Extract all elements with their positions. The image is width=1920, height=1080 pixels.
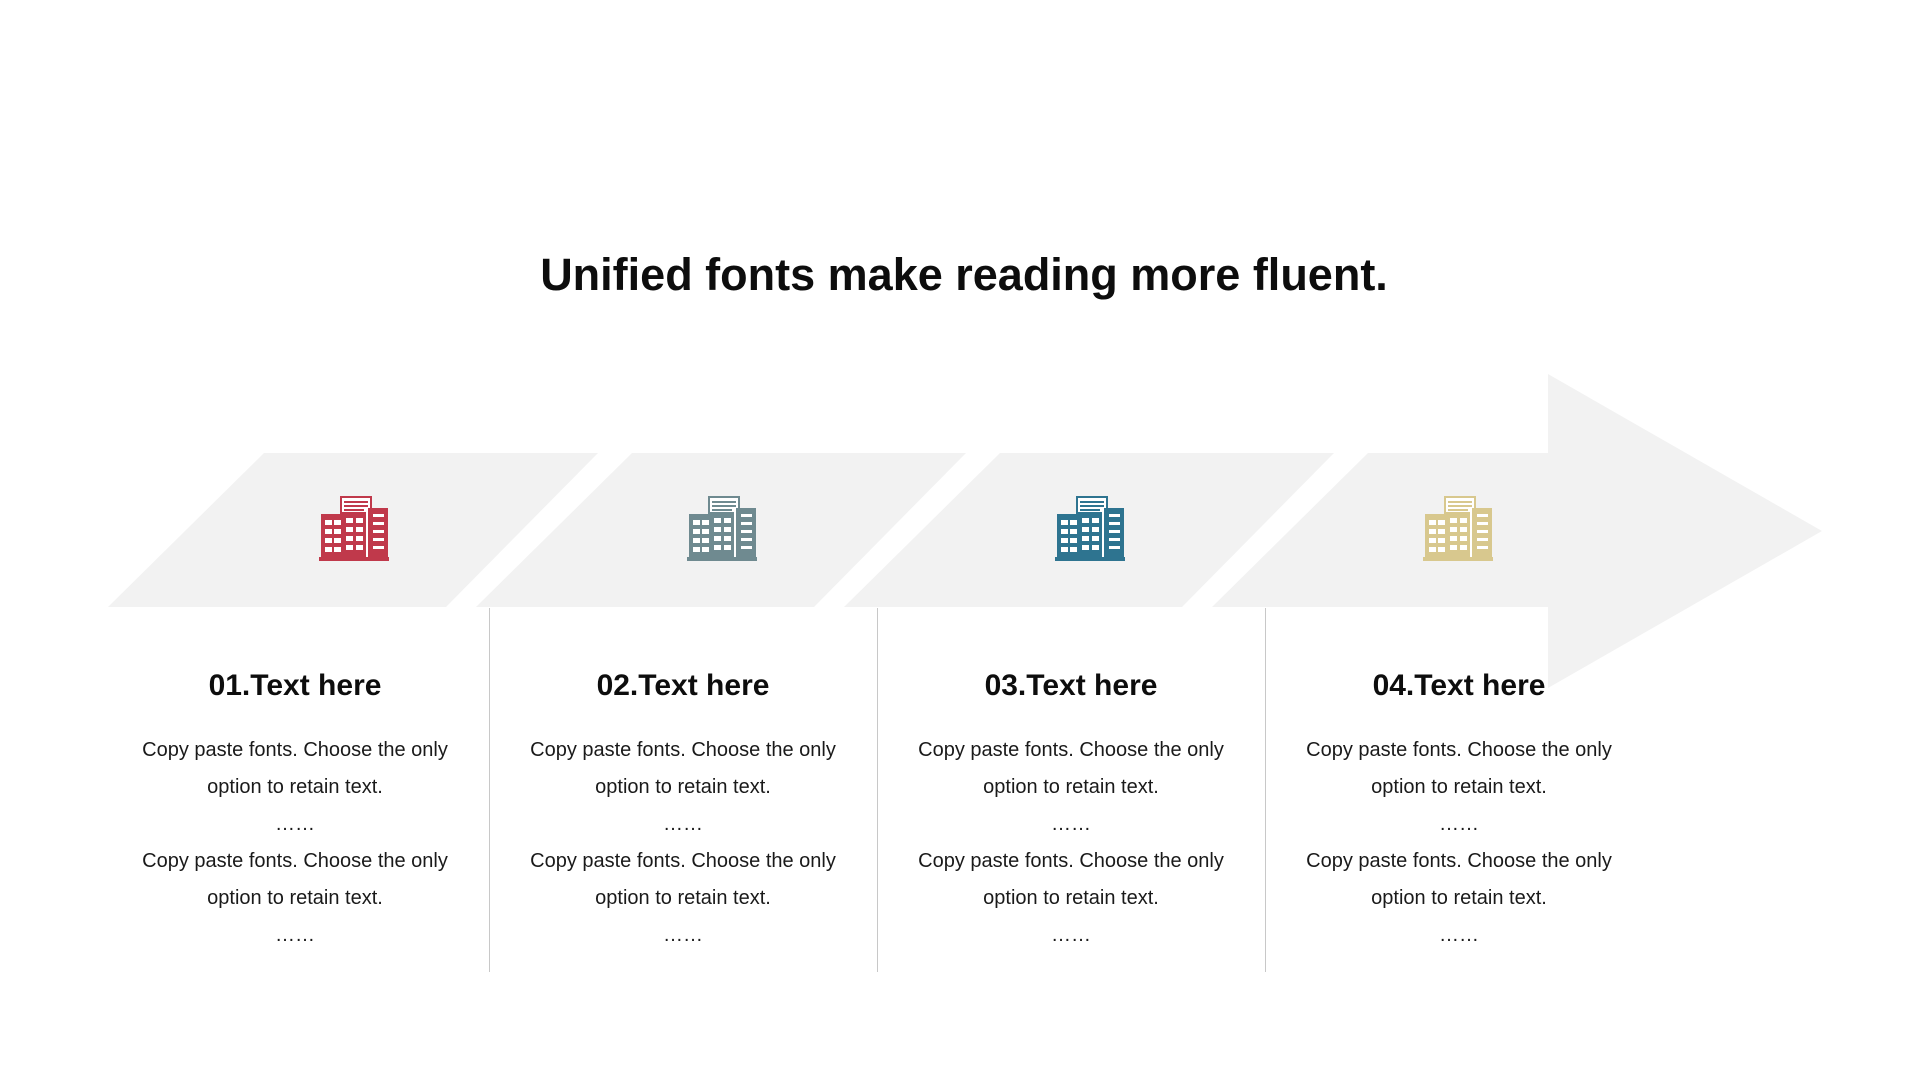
step-text-line: option to retain text. bbox=[983, 887, 1159, 909]
step-text-line: option to retain text. bbox=[983, 776, 1159, 798]
step-text-line: Copy paste fonts. Choose the only bbox=[1306, 739, 1612, 761]
step-body: Copy paste fonts. Choose the only option… bbox=[877, 732, 1265, 954]
building-icon bbox=[687, 496, 757, 561]
step-text-line: …… bbox=[1439, 924, 1479, 946]
step-column-1: 01.Text here Copy paste fonts. Choose th… bbox=[101, 665, 489, 954]
step-text-line: Copy paste fonts. Choose the only bbox=[142, 739, 448, 761]
step-body: Copy paste fonts. Choose the only option… bbox=[489, 732, 877, 954]
step-text-line: option to retain text. bbox=[595, 887, 771, 909]
step-text-line: …… bbox=[1051, 813, 1091, 835]
step-text-line: Copy paste fonts. Choose the only bbox=[918, 739, 1224, 761]
step-heading: 04.Text here bbox=[1372, 669, 1546, 702]
step-text-line: Copy paste fonts. Choose the only bbox=[918, 850, 1224, 872]
step-text-line: Copy paste fonts. Choose the only bbox=[1306, 850, 1612, 872]
building-icon bbox=[1055, 496, 1125, 561]
step-column-3: 03.Text here Copy paste fonts. Choose th… bbox=[877, 665, 1265, 954]
step-text-line: …… bbox=[1439, 813, 1479, 835]
building-icon bbox=[1423, 496, 1493, 561]
step-column-2: 02.Text here Copy paste fonts. Choose th… bbox=[489, 665, 877, 954]
step-text-line: option to retain text. bbox=[207, 776, 383, 798]
step-body: Copy paste fonts. Choose the only option… bbox=[1265, 732, 1653, 954]
step-text-line: …… bbox=[663, 813, 703, 835]
step-text-line: Copy paste fonts. Choose the only bbox=[530, 739, 836, 761]
step-text-line: …… bbox=[1051, 924, 1091, 946]
step-text-line: Copy paste fonts. Choose the only bbox=[530, 850, 836, 872]
step-text-line: option to retain text. bbox=[1371, 776, 1547, 798]
step-heading: 02.Text here bbox=[596, 669, 770, 702]
step-text-line: option to retain text. bbox=[207, 887, 383, 909]
building-icon bbox=[319, 496, 389, 561]
banner-segment-4-arrow bbox=[1212, 374, 1822, 688]
step-text-line: …… bbox=[663, 924, 703, 946]
step-heading: 03.Text here bbox=[984, 669, 1158, 702]
step-heading: 01.Text here bbox=[208, 669, 382, 702]
step-text-line: option to retain text. bbox=[595, 776, 771, 798]
step-column-4: 04.Text here Copy paste fonts. Choose th… bbox=[1265, 665, 1653, 954]
step-text-line: …… bbox=[275, 813, 315, 835]
step-text-line: …… bbox=[275, 924, 315, 946]
step-text-line: Copy paste fonts. Choose the only bbox=[142, 850, 448, 872]
step-body: Copy paste fonts. Choose the only option… bbox=[101, 732, 489, 954]
step-text-line: option to retain text. bbox=[1371, 887, 1547, 909]
